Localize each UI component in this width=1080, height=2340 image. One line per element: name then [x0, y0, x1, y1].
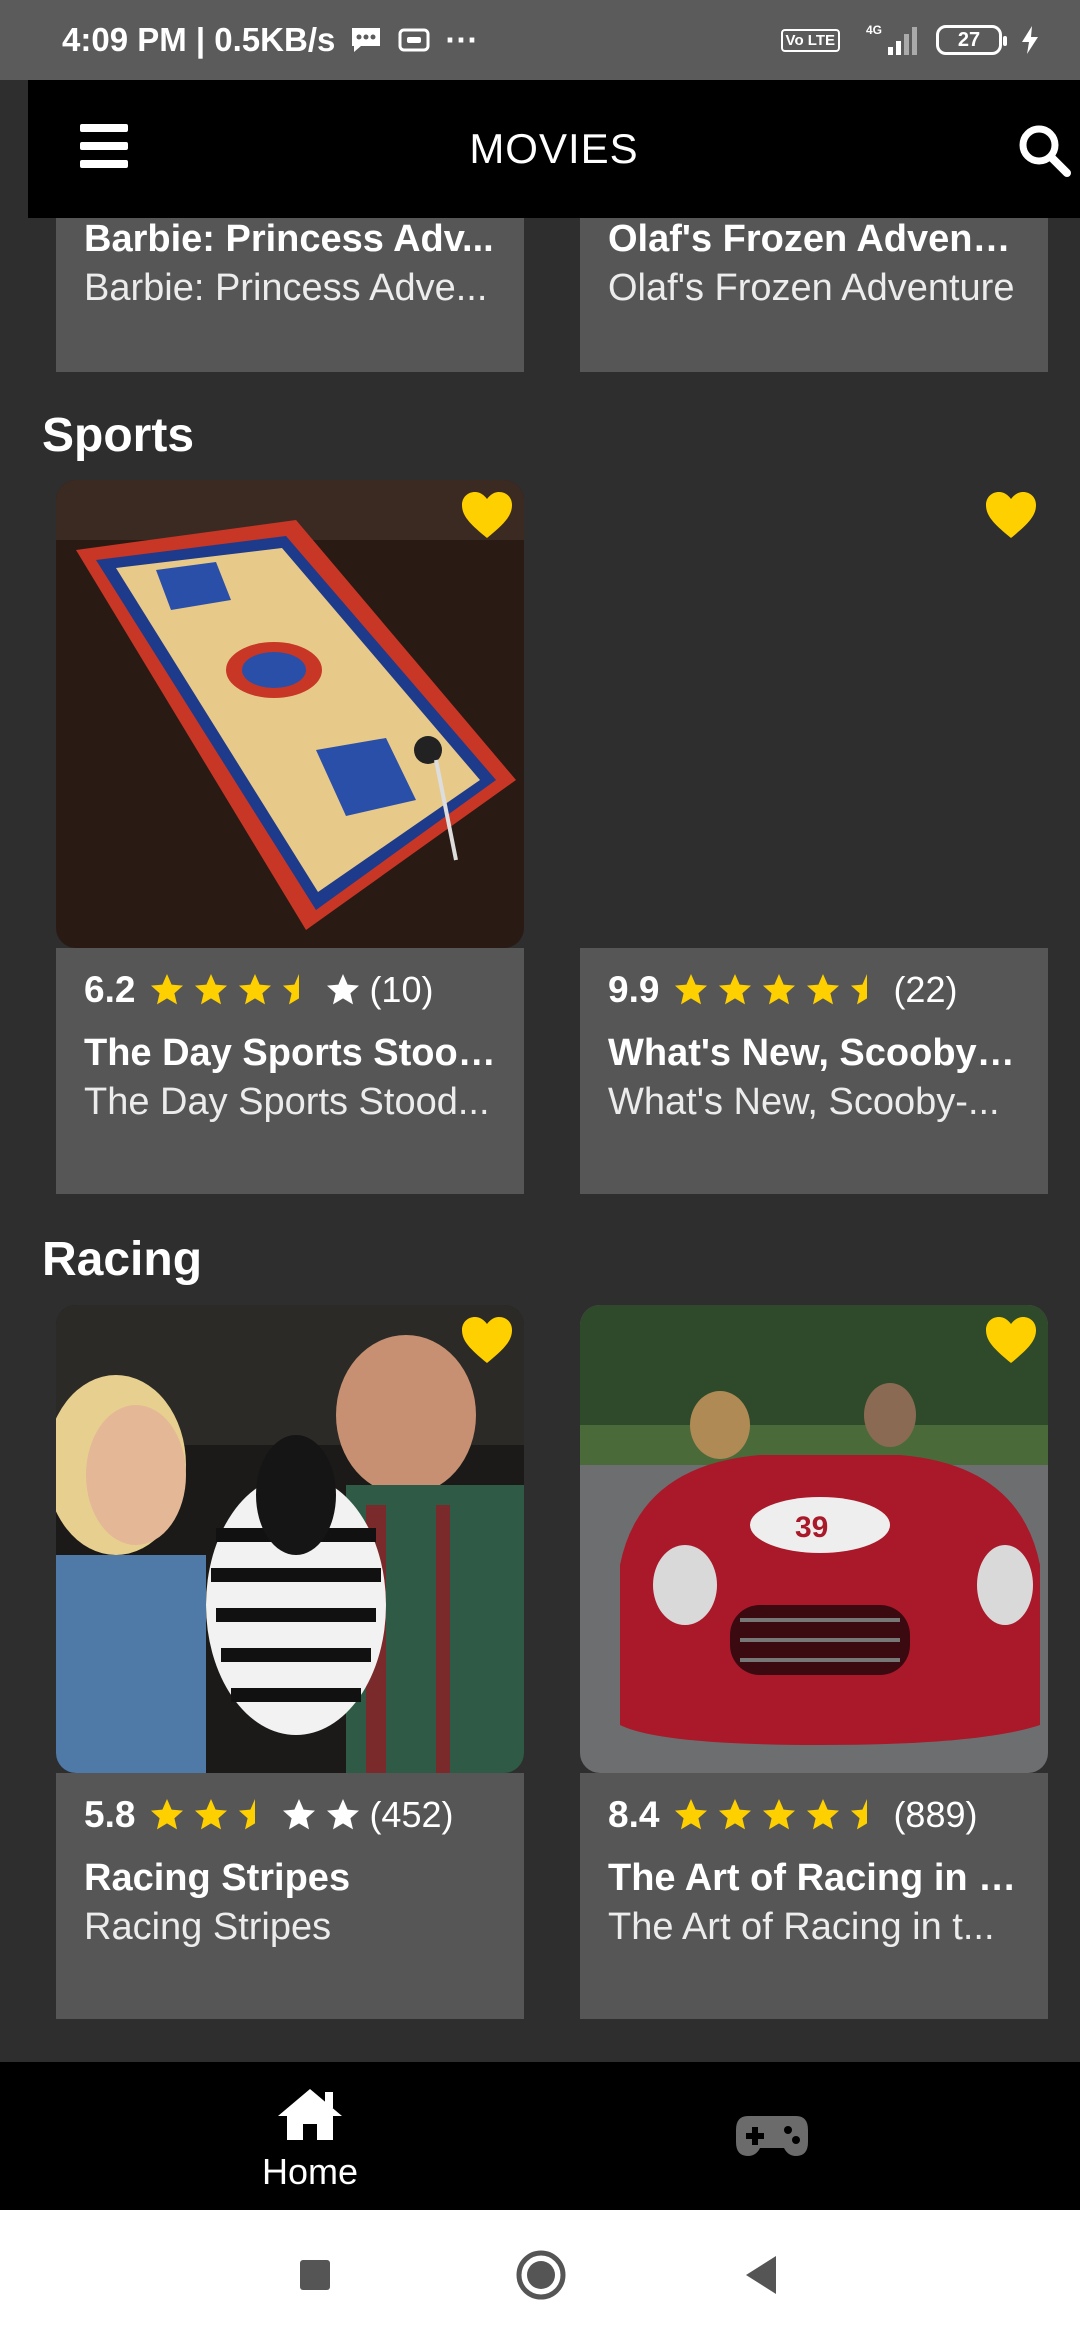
star-half-icon [851, 1799, 868, 1830]
card-title: The Art of Racing in t... [608, 1857, 1020, 1899]
card-title: Olaf's Frozen Adventu... [608, 218, 1020, 260]
system-nav-bar [0, 2210, 1080, 2340]
rating-score: 8.4 [608, 1794, 660, 1835]
rating-stars [149, 972, 361, 1008]
rating-count: (22) [893, 969, 958, 1010]
movie-card-racing-1[interactable]: 5.8 (452) Racing Stripes Racing Stripes [56, 1305, 524, 2019]
rating-stars [673, 972, 885, 1008]
network-type: 4G [866, 23, 882, 37]
svg-text:39: 39 [795, 1511, 828, 1544]
card-title: What's New, Scooby-... [608, 1032, 1020, 1074]
status-bar: 4:09 PM | 0.5KB/s ··· Vo LTE 4G 27 [0, 0, 1080, 80]
star-half-icon [283, 974, 300, 1005]
nav-home-label: Home [261, 2151, 359, 2192]
star-full-icon [675, 974, 708, 1005]
page-title: MOVIES [469, 125, 639, 172]
rating-stars [149, 1797, 361, 1833]
rating-row: 5.8 (452) [84, 1787, 496, 1843]
rating-score: 5.8 [84, 1794, 136, 1835]
star-empty-icon [283, 1799, 316, 1830]
star-full-icon [195, 1799, 228, 1830]
card-title: Racing Stripes [84, 1857, 351, 1899]
movie-poster[interactable] [580, 480, 1048, 948]
rating-score: 6.2 [84, 969, 136, 1010]
card-subtitle: The Art of Racing in t... [608, 1906, 995, 1948]
movie-card-sports-2[interactable]: 9.9 (22) What's New, Scooby-... What's N… [580, 480, 1048, 1194]
bottom-nav: Home [0, 2062, 1080, 2210]
basketball-court-image [56, 480, 524, 948]
recents-icon[interactable] [298, 2258, 332, 2292]
signal-icon: 4G [858, 23, 918, 57]
section-title-racing: Racing [42, 1233, 203, 1286]
movie-card-barbie[interactable]: Barbie: Princess Adv... Barbie: Princess… [56, 218, 524, 372]
home-system-icon[interactable] [514, 2248, 568, 2302]
art-of-racing-image: 39 [580, 1305, 1048, 1773]
movie-card-racing-2[interactable]: 39 8.4 (889) The Art of Racing in t... T… [580, 1305, 1048, 2019]
nav-home[interactable]: Home [250, 2086, 370, 2193]
message-icon [349, 25, 383, 55]
movie-poster[interactable] [56, 1305, 524, 1773]
app-bar: MOVIES [28, 80, 1080, 218]
star-full-icon [151, 974, 184, 1005]
card-info: 5.8 (452) Racing Stripes Racing Stripes [56, 1773, 524, 2019]
star-full-icon [763, 1799, 796, 1830]
card-subtitle: Barbie: Princess Adve... [84, 267, 488, 309]
rating-count: (889) [893, 1794, 978, 1835]
rating-stars [673, 1797, 885, 1833]
star-full-icon [807, 1799, 840, 1830]
gamepad-icon[interactable] [734, 2112, 810, 2160]
racing-stripes-image [56, 1305, 524, 1773]
card-subtitle: Olaf's Frozen Adventure [608, 267, 1015, 309]
star-empty-icon [327, 1799, 360, 1830]
star-half-icon [851, 974, 868, 1005]
movie-poster[interactable]: 39 [580, 1305, 1048, 1773]
rating-row: 9.9 (22) [608, 962, 1020, 1018]
battery-icon: 27 [936, 25, 1007, 55]
rating-count: (452) [369, 1794, 454, 1835]
star-half-icon [239, 1799, 256, 1830]
movie-poster[interactable] [56, 480, 524, 948]
star-empty-icon [327, 974, 360, 1005]
section-title-sports: Sports [42, 409, 195, 462]
star-full-icon [763, 974, 796, 1005]
card-info: 9.9 (22) What's New, Scooby-... What's N… [580, 948, 1048, 1194]
star-full-icon [807, 974, 840, 1005]
volte-icon: Vo LTE [780, 28, 840, 52]
star-full-icon [195, 974, 228, 1005]
charging-icon [1020, 25, 1040, 55]
card-subtitle: What's New, Scooby-... [608, 1081, 1000, 1123]
favorite-heart-icon[interactable] [984, 490, 1038, 540]
card-info: 6.2 (10) The Day Sports Stood... The Day… [56, 948, 524, 1194]
card-info: 8.4 (889) The Art of Racing in t... The … [580, 1773, 1048, 2019]
back-icon[interactable] [742, 2254, 780, 2296]
card-title: Barbie: Princess Adv... [84, 218, 494, 260]
more-notifications: ··· [445, 21, 479, 58]
star-full-icon [239, 974, 272, 1005]
battery-level: 27 [957, 28, 981, 51]
rating-count: (10) [369, 969, 434, 1010]
star-full-icon [151, 1799, 184, 1830]
favorite-heart-icon[interactable] [984, 1315, 1038, 1365]
star-full-icon [675, 1799, 708, 1830]
card-subtitle: Racing Stripes [84, 1906, 332, 1948]
rating-score: 9.9 [608, 969, 660, 1010]
screen-record-icon [397, 26, 431, 54]
card-title: The Day Sports Stood... [84, 1032, 496, 1074]
search-icon[interactable] [1016, 122, 1072, 178]
favorite-heart-icon[interactable] [460, 1315, 514, 1365]
star-full-icon [719, 1799, 752, 1830]
movie-card-sports-1[interactable]: 6.2 (10) The Day Sports Stood... The Day… [56, 480, 524, 1194]
home-icon [278, 2089, 342, 2140]
star-full-icon [719, 974, 752, 1005]
favorite-heart-icon[interactable] [460, 490, 514, 540]
rating-row: 6.2 (10) [84, 962, 496, 1018]
rating-row: 8.4 (889) [608, 1787, 1020, 1843]
card-subtitle: The Day Sports Stood... [84, 1081, 490, 1123]
movie-card-olaf[interactable]: Olaf's Frozen Adventu... Olaf's Frozen A… [580, 218, 1048, 372]
status-time: 4:09 PM | 0.5KB/s [62, 21, 336, 58]
